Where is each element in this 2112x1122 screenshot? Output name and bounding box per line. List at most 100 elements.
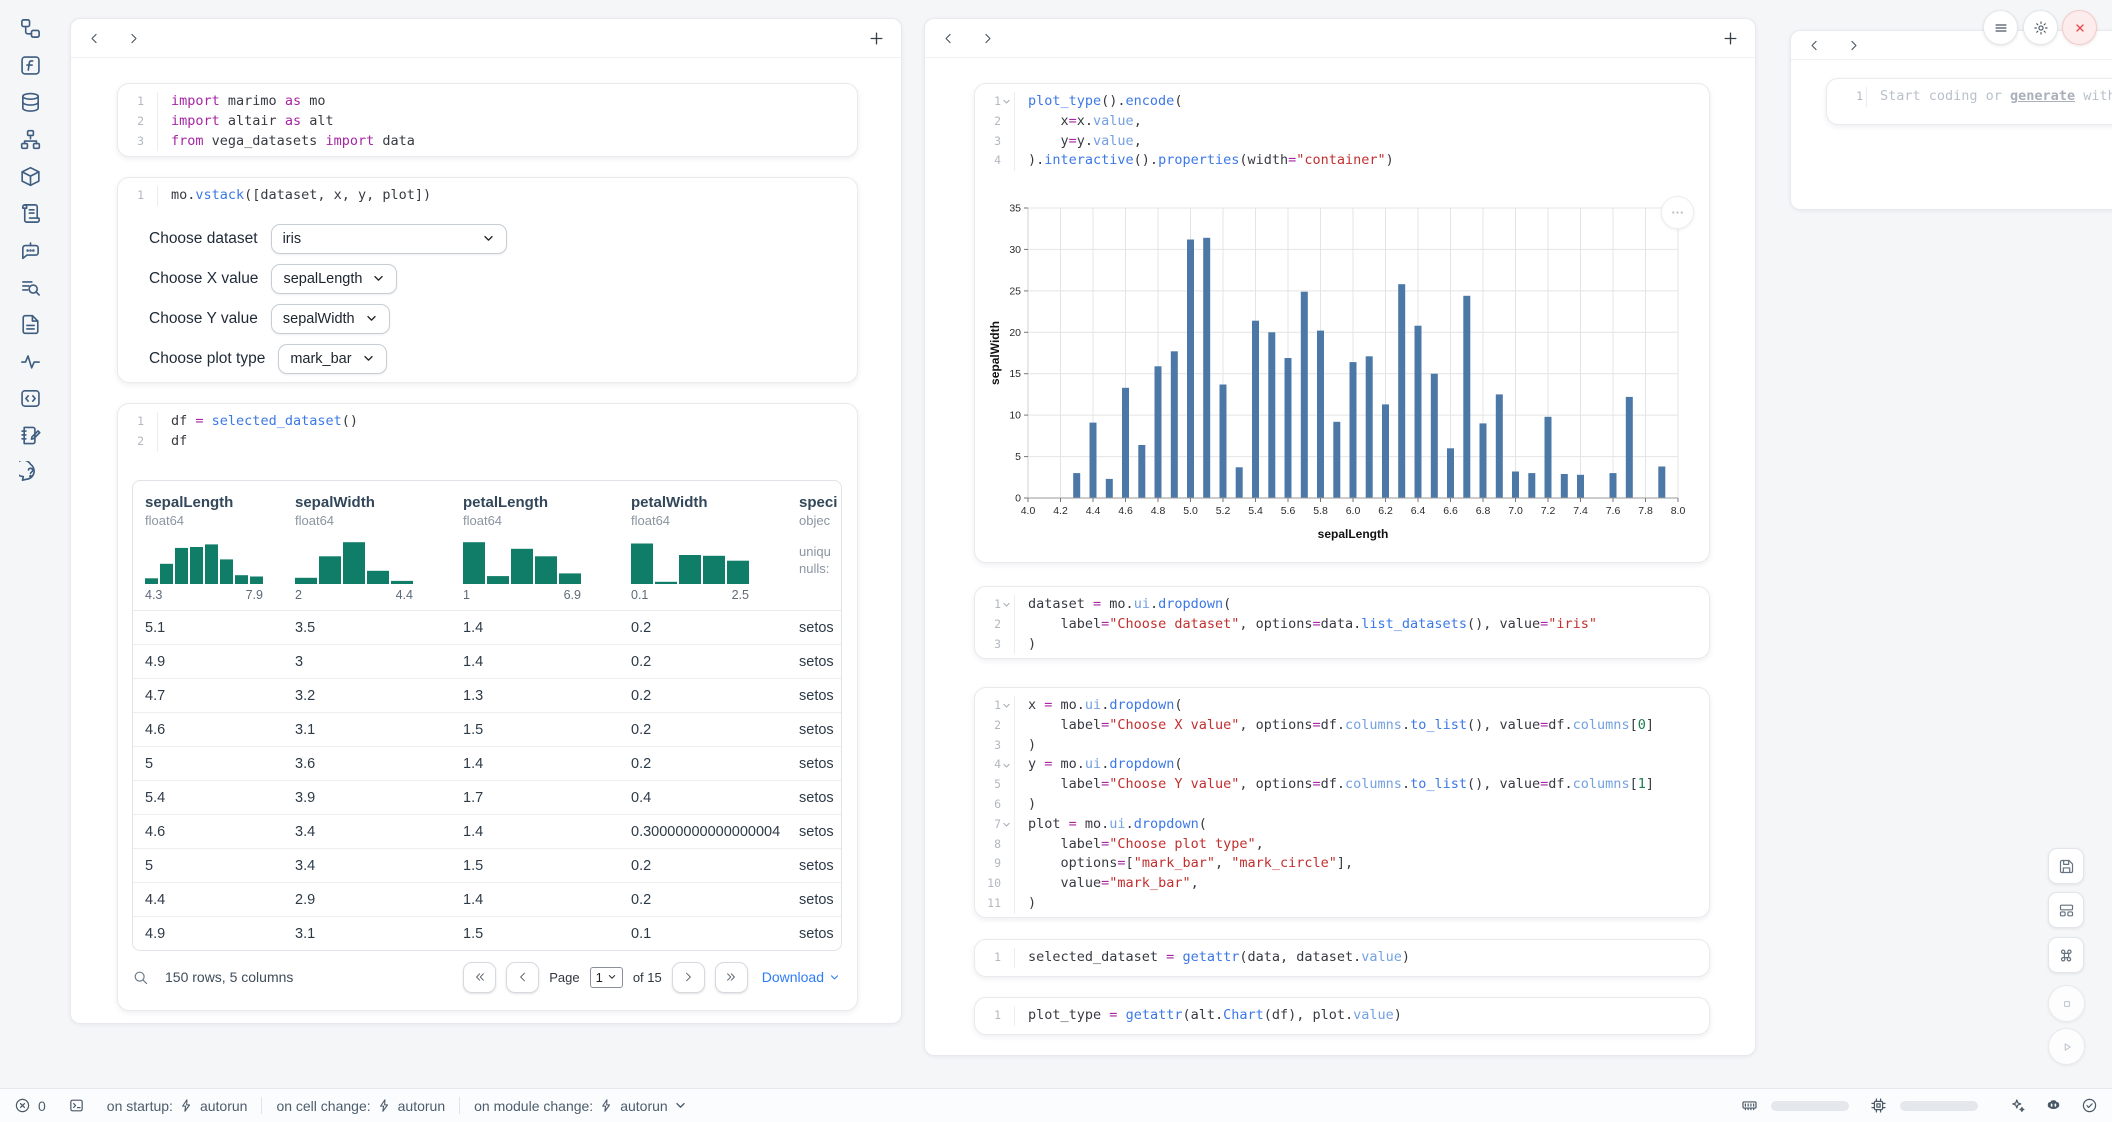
column-header-speci[interactable]: speciobjecuniqunulls: xyxy=(799,494,841,610)
dataset-select[interactable]: iris xyxy=(271,224,507,254)
table-row[interactable]: 5.13.51.40.2setos xyxy=(133,611,841,645)
menu-button[interactable] xyxy=(1983,10,2018,45)
copilot-icon[interactable] xyxy=(2045,1097,2062,1114)
fold-chevron-icon[interactable] xyxy=(1002,701,1011,710)
prev-page-button[interactable] xyxy=(506,962,539,993)
collapse-right-button[interactable] xyxy=(980,31,995,46)
cell-dataset-dropdown[interactable]: 1dataset = mo.ui.dropdown(2 label="Choos… xyxy=(974,586,1710,659)
cell-plot-type[interactable]: 1plot_type = getattr(alt.Chart(df), plot… xyxy=(974,997,1710,1035)
code-editor[interactable]: 1x = mo.ui.dropdown(2 label="Choose X va… xyxy=(975,688,1709,918)
autorun-config-item[interactable]: on startup:autorun xyxy=(107,1098,248,1114)
fold-chevron-icon[interactable] xyxy=(1002,97,1011,106)
collapse-right-button[interactable] xyxy=(1846,38,1861,53)
table-row[interactable]: 4.63.41.40.30000000000000004setos xyxy=(133,815,841,849)
dependencies-icon[interactable] xyxy=(19,128,42,151)
search-icon[interactable] xyxy=(132,969,149,986)
cell-vstack[interactable]: 1mo.vstack([dataset, x, y, plot]) Choose… xyxy=(117,177,858,383)
scratchpad-icon[interactable] xyxy=(19,424,42,447)
code-line[interactable]: 2import altair as alt xyxy=(118,112,857,132)
column-header-sepalWidth[interactable]: sepalWidthfloat6424.4 xyxy=(295,494,463,610)
errors-icon[interactable] xyxy=(14,1097,31,1114)
generate-link[interactable]: generate xyxy=(2010,88,2075,104)
code-line[interactable]: 4).interactive().properties(width="conta… xyxy=(975,151,1709,171)
collapse-right-button[interactable] xyxy=(126,31,141,46)
table-row[interactable]: 4.93.11.50.1setos xyxy=(133,917,841,950)
collapse-left-button[interactable] xyxy=(1807,38,1822,53)
run-button[interactable] xyxy=(2048,1028,2085,1065)
fold-chevron-icon[interactable] xyxy=(1002,600,1011,609)
code-line[interactable]: 2 label="Choose dataset", options=data.l… xyxy=(975,615,1709,635)
code-line[interactable]: 1mo.vstack([dataset, x, y, plot]) xyxy=(118,186,857,206)
cell-dataframe[interactable]: 1df = selected_dataset()2df sepalLengthf… xyxy=(117,403,858,1011)
code-line[interactable]: 8 label="Choose plot type", xyxy=(975,835,1709,855)
download-button[interactable]: Download xyxy=(762,969,840,985)
fold-chevron-icon[interactable] xyxy=(1002,820,1011,829)
shortcuts-button[interactable] xyxy=(2048,937,2084,973)
table-row[interactable]: 53.61.40.2setos xyxy=(133,747,841,781)
code-line[interactable]: 1x = mo.ui.dropdown( xyxy=(975,696,1709,716)
packages-icon[interactable] xyxy=(19,165,42,188)
settings-button[interactable] xyxy=(2023,10,2058,45)
code-line[interactable]: 3) xyxy=(975,635,1709,655)
code-line[interactable]: 1plot_type().encode( xyxy=(975,92,1709,112)
code-line[interactable]: 7plot = mo.ui.dropdown( xyxy=(975,815,1709,835)
cell-chart[interactable]: 1plot_type().encode(2 x=x.value,3 y=y.va… xyxy=(974,83,1710,563)
new-cell-button[interactable] xyxy=(868,30,885,47)
code-line[interactable]: 9 options=["mark_bar", "mark_circle"], xyxy=(975,854,1709,874)
first-page-button[interactable] xyxy=(463,962,496,993)
cell-empty-scratch[interactable]: 1 Start coding or generate with xyxy=(1826,78,2112,125)
plot-type-select[interactable]: mark_bar xyxy=(278,344,386,374)
tracebacks-icon[interactable] xyxy=(19,276,42,299)
cell-xy-plot-dropdowns[interactable]: 1x = mo.ui.dropdown(2 label="Choose X va… xyxy=(974,687,1710,918)
autorun-config-item[interactable]: on cell change:autorun xyxy=(276,1098,445,1114)
file-tree-icon[interactable] xyxy=(19,17,42,40)
column-header-petalLength[interactable]: petalLengthfloat6416.9 xyxy=(463,494,631,610)
ai-chat-icon[interactable] xyxy=(19,239,42,262)
code-editor[interactable]: 1dataset = mo.ui.dropdown(2 label="Choos… xyxy=(975,587,1709,659)
snippets-icon[interactable] xyxy=(19,387,42,410)
table-row[interactable]: 53.41.50.2setos xyxy=(133,849,841,883)
fold-chevron-icon[interactable] xyxy=(1002,761,1011,770)
last-page-button[interactable] xyxy=(715,962,748,993)
connection-status-icon[interactable] xyxy=(2081,1097,2098,1114)
code-editor[interactable]: 1plot_type = getattr(alt.Chart(df), plot… xyxy=(975,998,1709,1034)
help-icon[interactable] xyxy=(19,461,42,484)
datasources-icon[interactable] xyxy=(19,91,42,114)
cell-selected-dataset[interactable]: 1selected_dataset = getattr(data, datase… xyxy=(974,939,1710,977)
autorun-config-item[interactable]: on module change:autorun xyxy=(474,1098,687,1114)
code-line[interactable]: 3 y=y.value, xyxy=(975,132,1709,152)
altair-bar-chart[interactable]: 4.04.24.44.64.85.05.25.45.65.86.06.26.46… xyxy=(988,194,1694,546)
page-select[interactable]: 1 xyxy=(590,967,623,988)
collapse-left-button[interactable] xyxy=(87,31,102,46)
code-line[interactable]: 3) xyxy=(975,736,1709,756)
code-line[interactable]: 1import marimo as mo xyxy=(118,92,857,112)
code-line[interactable]: 1selected_dataset = getattr(data, datase… xyxy=(975,948,1709,968)
code-editor[interactable]: 1df = selected_dataset()2df xyxy=(118,404,857,460)
ai-sparkles-icon[interactable] xyxy=(2009,1097,2026,1114)
logs-icon[interactable] xyxy=(19,202,42,225)
new-cell-button[interactable] xyxy=(1722,30,1739,47)
code-line[interactable]: 6) xyxy=(975,795,1709,815)
code-line[interactable]: 3from vega_datasets import data xyxy=(118,132,857,152)
code-line[interactable]: 11) xyxy=(975,894,1709,914)
cell-imports[interactable]: 1import marimo as mo2import altair as al… xyxy=(117,83,858,157)
documentation-icon[interactable] xyxy=(19,313,42,336)
shutdown-button[interactable] xyxy=(2062,10,2097,45)
functions-icon[interactable] xyxy=(19,54,42,77)
code-editor[interactable]: 1plot_type().encode(2 x=x.value,3 y=y.va… xyxy=(975,84,1709,179)
code-line[interactable]: 4y = mo.ui.dropdown( xyxy=(975,755,1709,775)
x-value-select[interactable]: sepalLength xyxy=(271,264,397,294)
code-line[interactable]: 2df xyxy=(118,432,857,452)
column-header-petalWidth[interactable]: petalWidthfloat640.12.5 xyxy=(631,494,799,610)
code-line[interactable]: 5 label="Choose Y value", options=df.col… xyxy=(975,775,1709,795)
code-editor[interactable]: 1selected_dataset = getattr(data, datase… xyxy=(975,940,1709,976)
table-row[interactable]: 4.931.40.2setos xyxy=(133,645,841,679)
collapse-left-button[interactable] xyxy=(941,31,956,46)
table-row[interactable]: 4.73.21.30.2setos xyxy=(133,679,841,713)
code-editor[interactable]: 1import marimo as mo2import altair as al… xyxy=(118,84,857,157)
table-row[interactable]: 4.63.11.50.2setos xyxy=(133,713,841,747)
table-row[interactable]: 4.42.91.40.2setos xyxy=(133,883,841,917)
column-header-sepalLength[interactable]: sepalLengthfloat644.37.9 xyxy=(145,494,295,610)
code-line[interactable]: 1df = selected_dataset() xyxy=(118,412,857,432)
variables-icon[interactable] xyxy=(19,350,42,373)
